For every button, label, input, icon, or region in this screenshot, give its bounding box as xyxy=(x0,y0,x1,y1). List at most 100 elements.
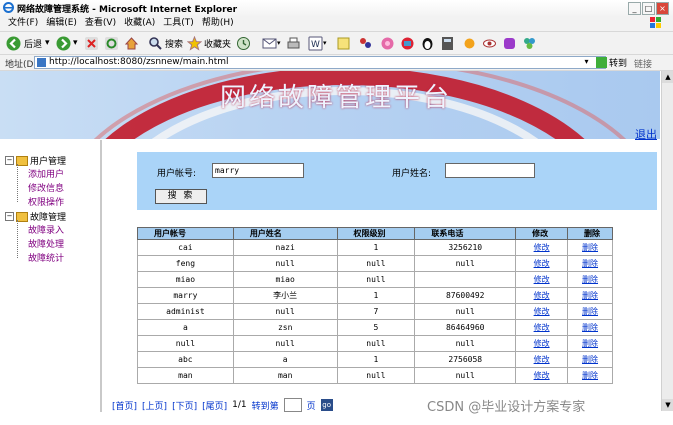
links-button[interactable]: 链接 xyxy=(634,57,652,70)
close-button[interactable]: × xyxy=(656,2,669,15)
name-input[interactable] xyxy=(445,163,535,178)
goto-page-button[interactable]: go xyxy=(320,399,333,411)
table-row: a zsn 5 86464960 修改 删除 xyxy=(137,319,613,336)
cell-account: a xyxy=(137,319,234,336)
delete-link[interactable]: 删除 xyxy=(567,351,613,368)
home-button[interactable] xyxy=(124,35,139,51)
toolbar-extra-9[interactable] xyxy=(522,35,537,51)
first-page-link[interactable]: [首页] xyxy=(112,399,137,412)
discuss-button[interactable] xyxy=(336,35,351,51)
toolbar-extra-3[interactable] xyxy=(400,35,415,51)
account-input[interactable]: marry xyxy=(212,163,304,178)
maximize-button[interactable]: □ xyxy=(642,2,655,15)
mail-button[interactable]: ▾ xyxy=(262,35,281,51)
windows-logo-icon xyxy=(650,17,661,28)
search-submit-button[interactable]: 搜 索 xyxy=(155,189,207,204)
edit-link[interactable]: 修改 xyxy=(515,303,569,320)
go-button[interactable]: 转到 xyxy=(596,56,627,69)
col-header-account: 用户帐号 xyxy=(137,227,234,240)
edit-link[interactable]: 修改 xyxy=(515,351,569,368)
delete-link[interactable]: 删除 xyxy=(567,319,613,336)
tree-group-user-management[interactable]: − 用户管理 xyxy=(5,154,66,167)
tree-group-fault-management[interactable]: − 故障管理 xyxy=(5,210,66,223)
edit-link[interactable]: 修改 xyxy=(515,271,569,288)
go-label: 转到 xyxy=(609,59,628,69)
search-button[interactable]: 搜索 xyxy=(148,35,183,51)
edit-link[interactable]: 修改 xyxy=(515,367,569,384)
edit-word-button[interactable]: W ▾ xyxy=(308,35,327,51)
edit-link[interactable]: 修改 xyxy=(515,239,569,256)
search-panel: 用户帐号: marry 用户姓名: 搜 索 xyxy=(137,152,657,210)
next-page-link[interactable]: [下页] xyxy=(172,399,197,412)
menu-edit[interactable]: 编辑(E) xyxy=(46,16,77,31)
prev-page-link[interactable]: [上页] xyxy=(142,399,167,412)
gift-icon xyxy=(401,37,414,49)
page-scrollbar[interactable]: ▲ ▼ xyxy=(661,71,673,411)
banner: 网络故障管理平台 xyxy=(0,71,660,139)
sidebar-item-edit-info[interactable]: 修改信息 xyxy=(28,181,64,194)
ie-logo-icon xyxy=(3,2,14,13)
back-button[interactable]: 后退 ▾ xyxy=(6,35,50,51)
name-label: 用户姓名: xyxy=(392,169,432,179)
refresh-button[interactable] xyxy=(104,35,119,51)
toolbar-extra-1[interactable] xyxy=(358,35,373,51)
address-input[interactable]: http://localhost:8080/zsnnew/main.html xyxy=(34,56,606,69)
menu-file[interactable]: 文件(F) xyxy=(8,16,38,31)
toolbar-extra-4[interactable] xyxy=(420,35,435,51)
home-icon xyxy=(124,36,139,49)
search-icon xyxy=(149,36,162,50)
delete-link[interactable]: 删除 xyxy=(567,239,613,256)
penguin-icon xyxy=(422,37,433,50)
last-page-link[interactable]: [尾页] xyxy=(202,399,227,412)
cell-phone: 2756058 xyxy=(414,351,517,368)
print-button[interactable] xyxy=(286,35,301,51)
cell-level: 1 xyxy=(336,287,416,304)
collapse-icon[interactable]: − xyxy=(5,156,14,165)
sidebar-item-fault-entry[interactable]: 故障录入 xyxy=(28,223,64,236)
delete-link[interactable]: 删除 xyxy=(567,287,613,304)
sidebar-item-fault-handling[interactable]: 故障处理 xyxy=(28,237,64,250)
address-label: 地址(D) xyxy=(5,60,37,70)
toolbar-extra-2[interactable] xyxy=(380,35,395,51)
logout-link[interactable]: 退出 xyxy=(635,126,657,142)
toolbar-extra-5[interactable] xyxy=(440,35,455,51)
table-row: administ null 7 null 修改 删除 xyxy=(137,303,613,320)
sidebar-item-add-user[interactable]: 添加用户 xyxy=(28,167,64,180)
tag-icon xyxy=(504,37,515,49)
toolbar-extra-6[interactable] xyxy=(462,35,477,51)
col-header-edit: 修改 xyxy=(515,227,569,240)
address-dropdown[interactable]: ▾ xyxy=(582,56,591,68)
delete-link[interactable]: 删除 xyxy=(567,271,613,288)
back-arrow-icon xyxy=(6,36,21,50)
delete-link[interactable]: 删除 xyxy=(567,255,613,272)
refresh-icon xyxy=(105,36,118,50)
sidebar-item-fault-stats[interactable]: 故障统计 xyxy=(28,251,64,264)
edit-link[interactable]: 修改 xyxy=(515,287,569,304)
forward-button[interactable]: ▾ xyxy=(56,35,78,51)
scroll-down-icon[interactable]: ▼ xyxy=(662,399,673,411)
menu-help[interactable]: 帮助(H) xyxy=(202,16,234,31)
scroll-up-icon[interactable]: ▲ xyxy=(662,71,673,83)
menu-favorites[interactable]: 收藏(A) xyxy=(124,16,155,31)
delete-link[interactable]: 删除 xyxy=(567,367,613,384)
stop-button[interactable] xyxy=(84,35,99,51)
page-number-input[interactable] xyxy=(283,398,302,412)
edit-link[interactable]: 修改 xyxy=(515,255,569,272)
history-button[interactable] xyxy=(236,35,251,51)
edit-link[interactable]: 修改 xyxy=(515,335,569,352)
collapse-icon[interactable]: − xyxy=(5,212,14,221)
favorites-button[interactable]: 收藏夹 xyxy=(187,35,231,51)
word-icon: W xyxy=(308,36,323,50)
edit-link[interactable]: 修改 xyxy=(515,319,569,336)
toolbar-extra-8[interactable] xyxy=(502,35,517,51)
sidebar-item-permissions[interactable]: 权限操作 xyxy=(28,195,64,208)
user-table: 用户帐号 用户姓名 权限级别 联系电话 修改 删除 cai nazi 1 325621… xyxy=(137,227,613,384)
cell-phone: 3256210 xyxy=(414,239,517,256)
toolbar-extra-7[interactable] xyxy=(482,35,497,51)
minimize-button[interactable]: _ xyxy=(628,2,641,15)
cell-account: abc xyxy=(137,351,234,368)
delete-link[interactable]: 删除 xyxy=(567,303,613,320)
delete-link[interactable]: 删除 xyxy=(567,335,613,352)
menu-tools[interactable]: 工具(T) xyxy=(163,16,194,31)
menu-view[interactable]: 查看(V) xyxy=(85,16,116,31)
